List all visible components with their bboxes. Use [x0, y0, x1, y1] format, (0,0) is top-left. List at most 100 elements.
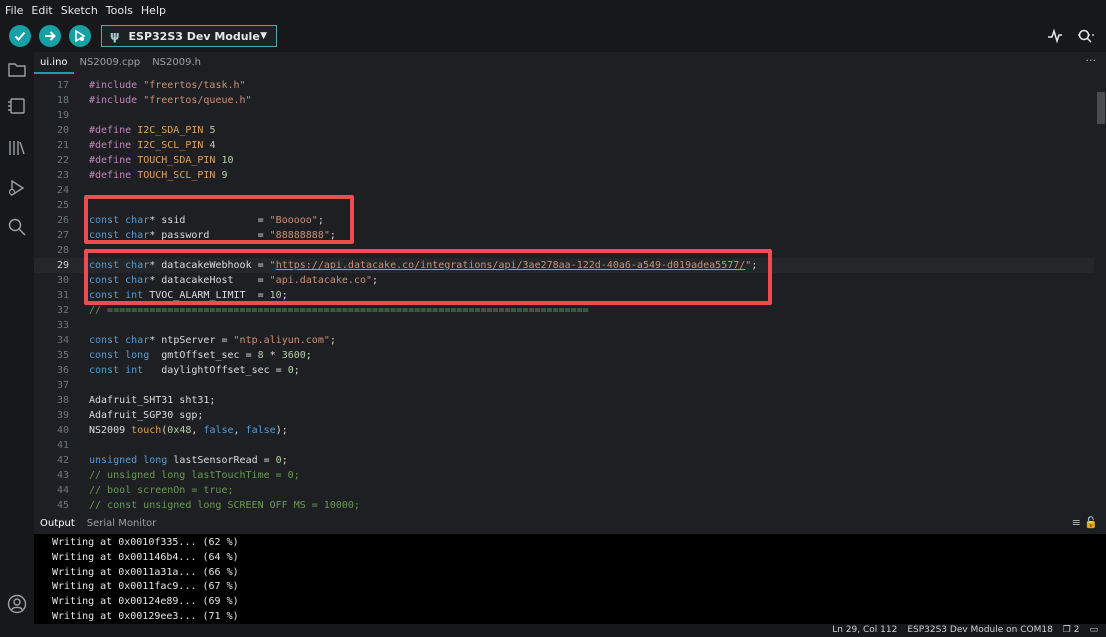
line-number: 28: [56, 245, 69, 256]
serial-monitor-button[interactable]: [1075, 25, 1097, 47]
code-line[interactable]: 43 // unsigned long lastTouchTime = 0;: [34, 468, 1094, 483]
serial-plotter-icon: [1048, 28, 1062, 44]
code-line[interactable]: 38 Adafruit_SHT31 sht31;: [34, 393, 1094, 408]
line-number: 45: [56, 500, 69, 510]
library-icon[interactable]: [7, 138, 27, 158]
toggle-panel-icon[interactable]: ▭: [1089, 624, 1098, 637]
activity-bar: [0, 52, 34, 624]
code-line[interactable]: 21 #define I2C_SCL_PIN 4: [34, 138, 1094, 153]
code-text[interactable]: #define I2C_SDA_PIN 5: [89, 123, 215, 138]
code-line[interactable]: 36 const int daylightOffset_sec = 0;: [34, 363, 1094, 378]
code-text[interactable]: NS2009 touch(0x48, false, false);: [89, 423, 288, 438]
line-number: 29: [56, 260, 69, 271]
notifications[interactable]: ❐ 2: [1063, 624, 1080, 637]
cursor-position[interactable]: Ln 29, Col 112: [832, 624, 897, 637]
code-line[interactable]: 39 Adafruit_SGP30 sgp;: [34, 408, 1094, 423]
menu-tools[interactable]: Tools: [102, 4, 137, 17]
menu-help[interactable]: Help: [137, 4, 170, 17]
menu-edit[interactable]: Edit: [27, 4, 56, 17]
output-panel-header: Output Serial Monitor ≡ 🔓: [34, 512, 1106, 534]
serial-plotter-button[interactable]: [1044, 25, 1066, 47]
search-icon[interactable]: [7, 217, 27, 237]
code-text[interactable]: Adafruit_SHT31 sht31;: [89, 393, 215, 408]
editor-scrollbar[interactable]: [1096, 74, 1106, 510]
output-line: Writing at 0x00129ee3... (71 %): [52, 611, 239, 622]
code-line[interactable]: 17 #include "freertos/task.h": [34, 78, 1094, 93]
code-line[interactable]: 37: [34, 378, 1094, 393]
tab-serial-monitor[interactable]: Serial Monitor: [81, 518, 163, 529]
tab-ns2009-h[interactable]: NS2009.h: [146, 52, 207, 74]
menu-file[interactable]: File: [0, 4, 27, 17]
upload-icon: [45, 31, 56, 41]
code-line[interactable]: 19: [34, 108, 1094, 123]
debug-icon[interactable]: [7, 178, 27, 198]
code-line[interactable]: 41: [34, 438, 1094, 453]
more-tabs-button[interactable]: ···: [1086, 52, 1097, 70]
notification-count: 2: [1073, 625, 1080, 635]
code-line[interactable]: 42 unsigned long lastSensorRead = 0;: [34, 453, 1094, 468]
code-line[interactable]: 33: [34, 318, 1094, 333]
scrollbar-thumb[interactable]: [1097, 92, 1105, 124]
code-text[interactable]: #include "freertos/task.h": [89, 78, 246, 93]
notification-icon: ❐: [1062, 625, 1071, 635]
code-line[interactable]: 40 NS2009 touch(0x48, false, false);: [34, 423, 1094, 438]
line-number: 23: [56, 170, 69, 181]
line-number: 21: [56, 140, 69, 151]
line-number: 39: [56, 410, 69, 421]
code-text[interactable]: #define TOUCH_SCL_PIN 9: [89, 168, 228, 183]
code-line[interactable]: 20 #define I2C_SDA_PIN 5: [34, 123, 1094, 138]
chevron-down-icon: ▼: [260, 31, 267, 41]
verify-button[interactable]: [9, 25, 31, 47]
line-number: 35: [56, 350, 69, 361]
line-number: 36: [56, 365, 69, 376]
upload-button[interactable]: [39, 25, 61, 47]
line-number: 20: [56, 125, 69, 136]
code-text[interactable]: // const unsigned long SCREEN_OFF_MS = 1…: [89, 498, 360, 510]
code-line[interactable]: 18 #include "freertos/queue.h": [34, 93, 1094, 108]
code-text[interactable]: const long gmtOffset_sec = 8 * 3600;: [89, 348, 312, 363]
code-text[interactable]: // =====================================…: [89, 303, 589, 318]
board-port-status[interactable]: ESP32S3 Dev Module on COM18: [907, 624, 1052, 637]
board-selector[interactable]: ψ ESP32S3 Dev Module ▼: [101, 25, 277, 47]
folder-icon[interactable]: [7, 60, 27, 80]
code-text[interactable]: // bool screenOn = true;: [89, 483, 234, 498]
code-line[interactable]: 22 #define TOUCH_SDA_PIN 10: [34, 153, 1094, 168]
status-bar: Ln 29, Col 112 ESP32S3 Dev Module on COM…: [0, 624, 1106, 637]
tab-output[interactable]: Output: [34, 518, 81, 529]
code-text[interactable]: Adafruit_SGP30 sgp;: [89, 408, 203, 423]
output-line: Writing at 0x00124e89... (69 %): [52, 596, 239, 608]
output-console[interactable]: Writing at 0x0010f335... (62 %) Writing a…: [34, 534, 1106, 624]
output-line: Writing at 0x0010f335... (62 %): [52, 537, 239, 548]
profile-icon[interactable]: [7, 594, 27, 614]
code-text[interactable]: // unsigned long lastTouchTime = 0;: [89, 468, 300, 483]
debug-button[interactable]: [69, 25, 91, 47]
code-text[interactable]: const int daylightOffset_sec = 0;: [89, 363, 300, 378]
code-line[interactable]: 44 // bool screenOn = true;: [34, 483, 1094, 498]
tab-ns2009-cpp[interactable]: NS2009.cpp: [74, 52, 147, 74]
highlight-box-wifi: [84, 195, 354, 244]
code-line[interactable]: 45 // const unsigned long SCREEN_OFF_MS =…: [34, 498, 1094, 510]
line-number: 19: [56, 110, 69, 121]
code-text[interactable]: unsigned long lastSensorRead = 0;: [89, 453, 288, 468]
tab-ui-ino[interactable]: ui.ino: [34, 52, 74, 74]
highlight-box-datacake: [84, 249, 772, 305]
code-line[interactable]: 32 // ===================================…: [34, 303, 1094, 318]
lock-icon[interactable]: 🔓: [1084, 516, 1098, 529]
code-line[interactable]: 34 const char* ntpServer = "ntp.aliyun.co…: [34, 333, 1094, 348]
line-number: 41: [56, 440, 69, 451]
line-number: 31: [56, 290, 69, 301]
line-number: 38: [56, 395, 69, 406]
code-text[interactable]: #define TOUCH_SDA_PIN 10: [89, 153, 234, 168]
line-number: 40: [56, 425, 69, 436]
code-line[interactable]: 35 const long gmtOffset_sec = 8 * 3600;: [34, 348, 1094, 363]
boards-manager-icon[interactable]: [7, 96, 27, 116]
code-text[interactable]: #include "freertos/queue.h": [89, 93, 252, 108]
code-text[interactable]: #define I2C_SCL_PIN 4: [89, 138, 215, 153]
output-line: Writing at 0x0011a31a... (66 %): [52, 566, 239, 578]
line-number: 22: [56, 155, 69, 166]
code-text[interactable]: const char* ntpServer = "ntp.aliyun.com"…: [89, 333, 336, 348]
clear-output-icon[interactable]: ≡: [1072, 516, 1081, 529]
code-line[interactable]: 23 #define TOUCH_SCL_PIN 9: [34, 168, 1094, 183]
menu-sketch[interactable]: Sketch: [57, 4, 102, 17]
output-line: Writing at 0x0011fac9... (67 %): [52, 581, 239, 593]
